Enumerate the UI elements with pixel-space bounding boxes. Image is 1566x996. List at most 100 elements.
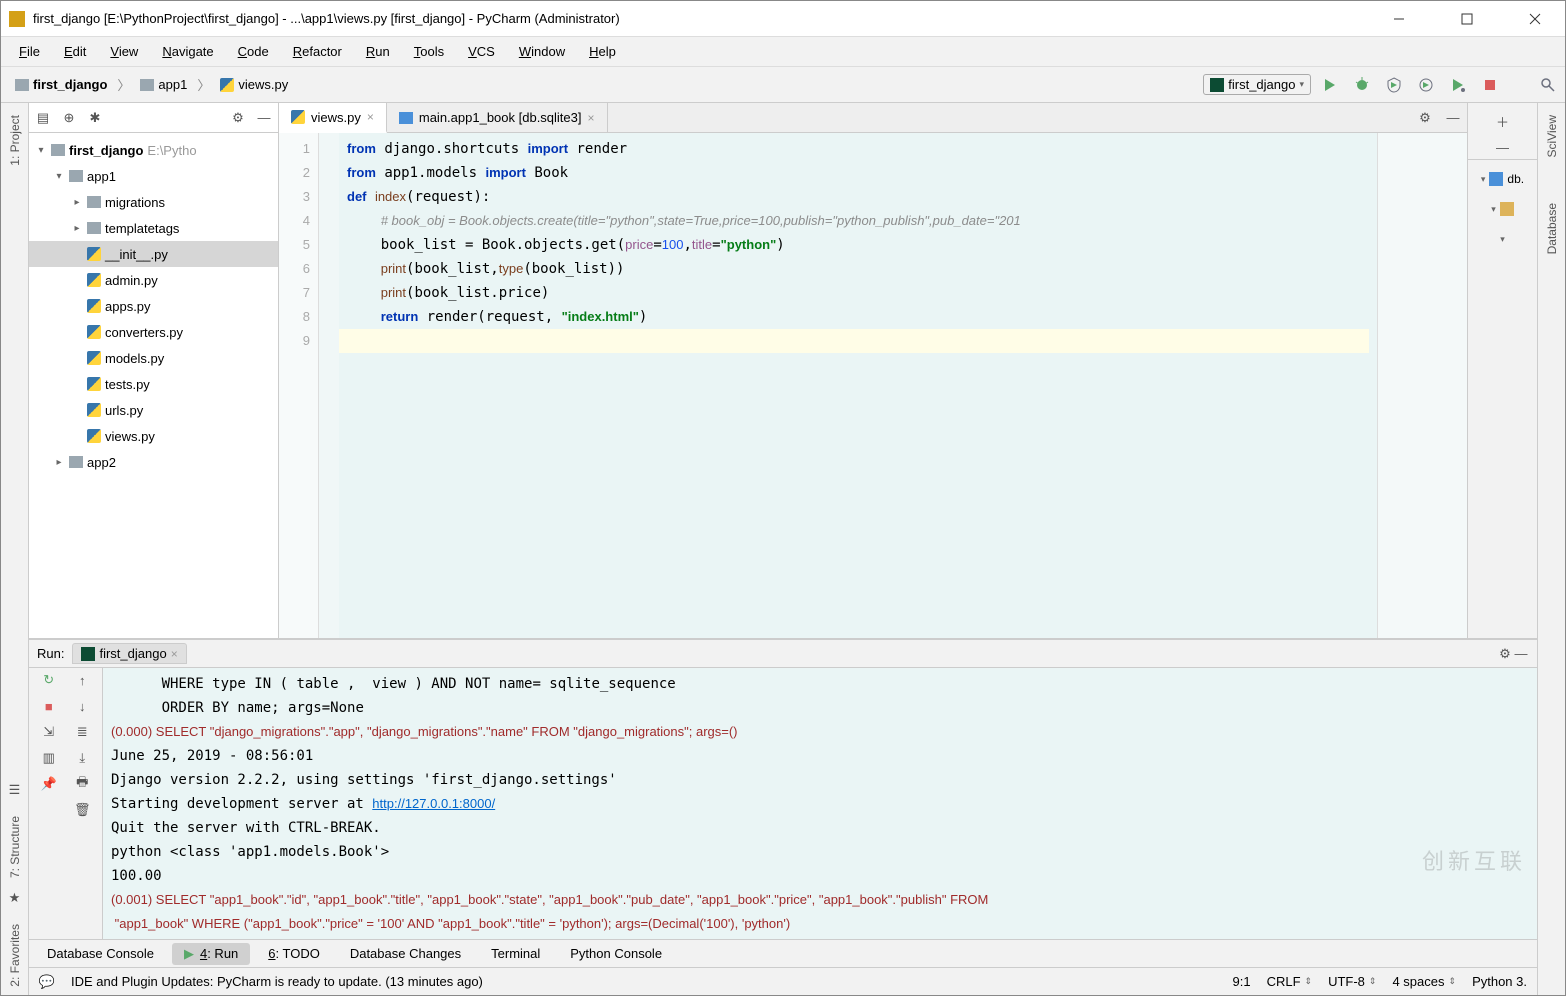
tree-row[interactable]: urls.py (29, 397, 278, 423)
bottom-tab[interactable]: Database Changes (338, 943, 473, 964)
tree-row[interactable]: ▾first_django E:\Pytho (29, 137, 278, 163)
left-toolwindow-structure[interactable]: 7: Structure (8, 816, 22, 878)
select-opened-icon[interactable]: ⊕ (61, 110, 77, 126)
layout-icon[interactable]: ▥ (41, 750, 57, 766)
editor-tab[interactable]: views.py× (279, 103, 387, 133)
tree-row[interactable]: tests.py (29, 371, 278, 397)
db-icon (399, 112, 413, 124)
status-line-col[interactable]: 9:1 (1233, 974, 1251, 989)
close-button[interactable] (1513, 4, 1557, 34)
right-toolwindow-database[interactable]: Database (1545, 203, 1559, 254)
profile-icon[interactable] (1417, 76, 1435, 94)
left-toolwindow-project[interactable]: 1: Project (8, 115, 22, 166)
toolbar-actions (1321, 76, 1557, 94)
breadcrumb-item[interactable]: first_django (9, 75, 113, 94)
tree-row[interactable]: views.py (29, 423, 278, 449)
menu-help[interactable]: Help (579, 40, 626, 63)
soft-wrap-icon[interactable]: ≣ (74, 724, 90, 740)
run-more-icon[interactable] (1449, 76, 1467, 94)
menu-run[interactable]: Run (356, 40, 400, 63)
bottom-tab[interactable]: ▶4: Run (172, 943, 250, 965)
scroll-icon[interactable]: ⇲ (41, 724, 57, 740)
right-toolwindow-sciview[interactable]: SciView (1545, 115, 1559, 157)
add-icon[interactable]: ＋ (1495, 113, 1511, 129)
menu-file[interactable]: File (9, 40, 50, 63)
console-output[interactable]: WHERE type IN ( table , view ) AND NOT n… (103, 668, 1537, 939)
pin-icon[interactable]: 📌 (41, 776, 57, 792)
status-notification-icon[interactable]: 💬 (39, 974, 55, 990)
menu-edit[interactable]: Edit (54, 40, 96, 63)
print-icon[interactable]: 🖶 (74, 776, 90, 792)
left-toolwindow-favorites[interactable]: 2: Favorites (8, 924, 22, 987)
close-icon[interactable]: × (588, 111, 595, 125)
status-indent[interactable]: 4 spaces⇕ (1392, 974, 1456, 989)
py-icon (87, 377, 101, 391)
status-interpreter[interactable]: Python 3. (1472, 974, 1527, 989)
menu-view[interactable]: View (100, 40, 148, 63)
chevron-down-icon[interactable]: ▾ (1500, 234, 1505, 245)
collapse-icon[interactable]: — (1513, 646, 1529, 662)
status-message: IDE and Plugin Updates: PyCharm is ready… (71, 974, 483, 989)
tree-row[interactable]: ▾app1 (29, 163, 278, 189)
collapse-right-icon[interactable]: — (1495, 139, 1511, 155)
menu-window[interactable]: Window (509, 40, 575, 63)
collapse-icon[interactable]: — (256, 110, 272, 126)
tree-row[interactable]: __init__.py (29, 241, 278, 267)
breadcrumb-item[interactable]: app1 (134, 75, 193, 94)
minimize-button[interactable] (1377, 4, 1421, 34)
project-tree[interactable]: ▾first_django E:\Pytho▾app1▸migrations▸t… (29, 133, 278, 638)
scroll-end-icon[interactable]: ⤓ (74, 750, 90, 766)
project-view-icon[interactable]: ▤ (35, 110, 51, 126)
tree-row[interactable]: ▸templatetags (29, 215, 278, 241)
run-tab[interactable]: first_django × (72, 643, 186, 664)
editor-body[interactable]: 123456789 from django.shortcuts import r… (279, 133, 1467, 638)
editor-collapse-icon[interactable]: — (1445, 110, 1461, 126)
maximize-button[interactable] (1445, 4, 1489, 34)
search-icon[interactable] (1539, 76, 1557, 94)
menu-refactor[interactable]: Refactor (283, 40, 352, 63)
close-icon[interactable]: × (367, 110, 374, 124)
minimap[interactable] (1377, 133, 1467, 638)
breadcrumb-item[interactable]: views.py (214, 75, 294, 94)
db-item[interactable]: db. (1507, 172, 1524, 186)
up-icon[interactable]: ↑ (74, 672, 90, 688)
chevron-down-icon[interactable]: ▾ (1491, 204, 1496, 215)
menu-navigate[interactable]: Navigate (152, 40, 223, 63)
rerun-icon[interactable]: ↻ (41, 672, 57, 688)
debug-icon[interactable] (1353, 76, 1371, 94)
trash-icon[interactable]: 🗑 (74, 802, 90, 818)
tree-row[interactable]: models.py (29, 345, 278, 371)
bottom-tab[interactable]: Terminal (479, 943, 552, 964)
expand-icon[interactable]: ✱ (87, 110, 103, 126)
tree-row[interactable]: converters.py (29, 319, 278, 345)
run-icon[interactable] (1321, 76, 1339, 94)
bottom-tab[interactable]: Python Console (558, 943, 674, 964)
status-eol[interactable]: CRLF⇕ (1267, 974, 1313, 989)
bottom-tab[interactable]: 6: TODO (256, 943, 332, 964)
run-header: Run: first_django × ⚙ — (29, 640, 1537, 668)
chevron-down-icon[interactable]: ▾ (1481, 174, 1486, 185)
close-icon[interactable]: × (171, 647, 178, 661)
tree-row[interactable]: apps.py (29, 293, 278, 319)
menu-vcs[interactable]: VCS (458, 40, 505, 63)
tree-row[interactable]: ▸migrations (29, 189, 278, 215)
tree-row[interactable]: admin.py (29, 267, 278, 293)
menu-tools[interactable]: Tools (404, 40, 454, 63)
run-configuration-selector[interactable]: first_django ▾ (1203, 74, 1311, 95)
stop-icon[interactable]: ■ (41, 698, 57, 714)
favorites-icon[interactable]: ★ (7, 890, 23, 906)
folder-icon (69, 170, 83, 182)
coverage-icon[interactable] (1385, 76, 1403, 94)
stop-icon[interactable] (1481, 76, 1499, 94)
menu-code[interactable]: Code (228, 40, 279, 63)
structure-toolwindow-icon[interactable]: ☰ (7, 782, 23, 798)
tree-row[interactable]: ▸app2 (29, 449, 278, 475)
gear-icon[interactable]: ⚙ (230, 110, 246, 126)
editor-gear-icon[interactable]: ⚙ (1417, 110, 1433, 126)
gear-icon[interactable]: ⚙ (1497, 646, 1513, 662)
code-text[interactable]: from django.shortcuts import render from… (339, 133, 1377, 638)
bottom-tab[interactable]: Database Console (35, 943, 166, 964)
status-encoding[interactable]: UTF-8⇕ (1328, 974, 1376, 989)
down-icon[interactable]: ↓ (74, 698, 90, 714)
editor-tab[interactable]: main.app1_book [db.sqlite3]× (387, 103, 608, 132)
